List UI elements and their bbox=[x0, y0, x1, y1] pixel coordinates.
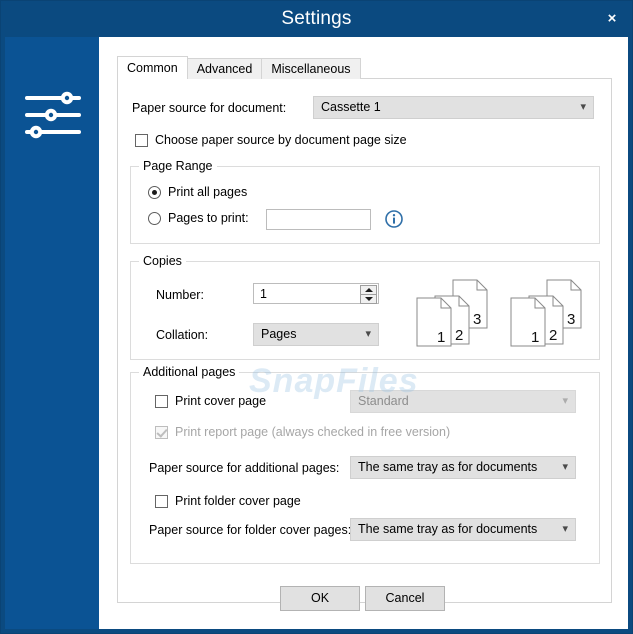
chevron-down-icon: ▾ bbox=[365, 328, 371, 340]
info-icon[interactable] bbox=[384, 209, 404, 229]
cover-page-style-select: Standard ▾ bbox=[350, 390, 576, 413]
chevron-down-icon: ▾ bbox=[580, 101, 586, 113]
page-range-group: Page Range Print all pages Pages to prin… bbox=[130, 159, 600, 244]
number-stepper[interactable] bbox=[360, 285, 377, 304]
checkbox-box bbox=[155, 425, 168, 439]
paper-source-value: Cassette 1 bbox=[321, 100, 381, 114]
choose-paper-source-label: Choose paper source by document page siz… bbox=[155, 133, 407, 147]
tab-miscellaneous[interactable]: Miscellaneous bbox=[261, 58, 361, 79]
copies-group: Copies Number: 1 Collation: Pages ▾ 3 2 … bbox=[130, 254, 600, 360]
checkbox-box bbox=[155, 394, 168, 408]
radio-box bbox=[148, 211, 161, 225]
copies-number-value: 1 bbox=[260, 287, 267, 301]
stepper-up-icon[interactable] bbox=[360, 285, 377, 294]
ok-button[interactable]: OK bbox=[280, 586, 360, 611]
tab-strip: Common Advanced Miscellaneous bbox=[117, 56, 361, 79]
pages-to-print-label: Pages to print: bbox=[168, 211, 249, 225]
content-panel: Common Advanced Miscellaneous Paper sour… bbox=[99, 37, 628, 629]
copies-number-input[interactable]: 1 bbox=[253, 283, 379, 304]
close-icon[interactable]: × bbox=[598, 5, 626, 33]
paper-source-label: Paper source for document: bbox=[132, 101, 287, 115]
tab-advanced[interactable]: Advanced bbox=[186, 58, 263, 79]
additional-source-value: The same tray as for documents bbox=[358, 460, 538, 474]
chevron-down-icon: ▾ bbox=[562, 523, 568, 535]
tab-common[interactable]: Common bbox=[117, 56, 188, 79]
svg-text:2: 2 bbox=[455, 327, 463, 344]
print-folder-cover-checkbox[interactable]: Print folder cover page bbox=[155, 494, 301, 508]
print-all-pages-label: Print all pages bbox=[168, 185, 248, 199]
cover-page-style-value: Standard bbox=[358, 394, 409, 408]
print-cover-page-label: Print cover page bbox=[175, 394, 267, 408]
tab-panel-common: Paper source for document: Cassette 1 ▾ … bbox=[117, 78, 612, 603]
print-folder-cover-label: Print folder cover page bbox=[175, 494, 301, 508]
print-cover-page-checkbox[interactable]: Print cover page bbox=[155, 394, 266, 408]
additional-pages-title: Additional pages bbox=[139, 365, 240, 379]
copies-title: Copies bbox=[139, 254, 186, 268]
svg-text:2: 2 bbox=[549, 327, 557, 344]
choose-paper-source-checkbox[interactable]: Choose paper source by document page siz… bbox=[135, 133, 407, 147]
folder-source-value: The same tray as for documents bbox=[358, 522, 538, 536]
page-range-title: Page Range bbox=[139, 159, 217, 173]
folder-source-select[interactable]: The same tray as for documents ▾ bbox=[350, 518, 576, 541]
additional-source-select[interactable]: The same tray as for documents ▾ bbox=[350, 456, 576, 479]
additional-pages-group: Additional pages Print cover page Standa… bbox=[130, 365, 600, 564]
svg-text:3: 3 bbox=[473, 311, 481, 328]
copies-number-label: Number: bbox=[156, 288, 204, 302]
paper-source-select[interactable]: Cassette 1 ▾ bbox=[313, 96, 594, 119]
checkbox-box bbox=[135, 133, 148, 147]
collation-select[interactable]: Pages ▾ bbox=[253, 323, 379, 346]
stepper-down-icon[interactable] bbox=[360, 294, 377, 304]
svg-text:1: 1 bbox=[437, 329, 445, 346]
radio-box bbox=[148, 185, 161, 199]
print-report-page-checkbox: Print report page (always checked in fre… bbox=[155, 425, 450, 439]
settings-dialog: Settings × Common Advanced Miscellaneous bbox=[0, 0, 633, 634]
svg-text:1: 1 bbox=[531, 329, 539, 346]
window-title: Settings bbox=[281, 8, 352, 29]
cancel-button[interactable]: Cancel bbox=[365, 586, 445, 611]
chevron-down-icon: ▾ bbox=[562, 395, 568, 407]
svg-text:3: 3 bbox=[567, 311, 575, 328]
collation-label: Collation: bbox=[156, 328, 209, 342]
sidebar bbox=[5, 37, 99, 629]
collation-value: Pages bbox=[261, 327, 297, 341]
pages-to-print-input[interactable] bbox=[266, 209, 371, 230]
radio-pages-to-print[interactable]: Pages to print: bbox=[148, 211, 249, 225]
radio-print-all-pages[interactable]: Print all pages bbox=[148, 185, 247, 199]
sliders-icon bbox=[25, 91, 81, 139]
additional-source-label: Paper source for additional pages: bbox=[149, 461, 340, 475]
checkbox-box bbox=[155, 494, 168, 508]
chevron-down-icon: ▾ bbox=[562, 461, 568, 473]
folder-source-label: Paper source for folder cover pages: bbox=[149, 523, 352, 537]
print-report-page-label: Print report page (always checked in fre… bbox=[175, 425, 451, 439]
collation-preview-icon: 3 2 1 3 2 1 bbox=[416, 279, 582, 347]
title-bar: Settings × bbox=[1, 1, 632, 37]
